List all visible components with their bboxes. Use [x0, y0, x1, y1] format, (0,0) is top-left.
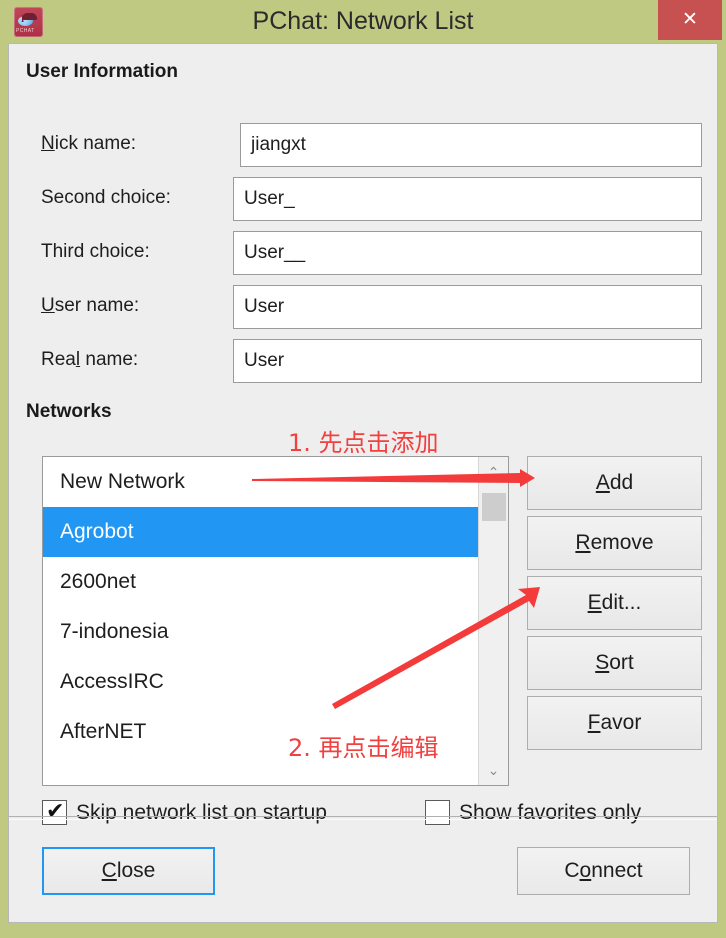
- nick-name-input[interactable]: jiangxt: [240, 123, 702, 167]
- show-favorites-only-label: Show favorites only: [459, 801, 642, 824]
- network-list[interactable]: New Network Agrobot 2600net 7-indonesia …: [42, 456, 509, 786]
- third-choice-input[interactable]: User__: [233, 231, 702, 275]
- network-list-scrollbar[interactable]: ⌃ ⌄: [478, 457, 508, 785]
- add-button-label: dd: [609, 471, 634, 494]
- remove-button-accelerator: R: [575, 531, 591, 554]
- close-button-label: lose: [116, 859, 156, 882]
- remove-button[interactable]: Remove: [527, 516, 702, 570]
- close-icon[interactable]: ✕: [658, 0, 722, 40]
- connect-button-pre: C: [564, 859, 580, 882]
- favor-button[interactable]: Favor: [527, 696, 702, 750]
- edit-button[interactable]: Edit...: [527, 576, 702, 630]
- checkbox-box[interactable]: ✔: [42, 798, 67, 825]
- list-item[interactable]: AfterNET: [43, 707, 508, 757]
- edit-button-label: dit...: [601, 591, 642, 614]
- check-icon: ✔: [46, 798, 65, 823]
- connect-button-accelerator: o: [579, 859, 592, 882]
- connect-button[interactable]: Connect: [517, 847, 690, 895]
- list-item[interactable]: New Network: [43, 457, 508, 507]
- form-row-third-choice: Third choice: User__: [26, 231, 702, 278]
- edit-button-accelerator: E: [587, 591, 602, 614]
- third-choice-label: Third choice:: [41, 241, 150, 262]
- close-button[interactable]: Close: [42, 847, 215, 895]
- form-row-real-name: Real name: User: [26, 339, 702, 386]
- user-information-heading: User Information: [26, 61, 179, 82]
- remove-button-label: emove: [590, 531, 654, 554]
- user-name-accelerator: U: [41, 295, 55, 316]
- window-title: PChat: Network List: [252, 7, 474, 35]
- form-row-nick-name: Nick name: jiangxt: [26, 123, 702, 170]
- options-row: ✔ Skip network list on startup Show favo…: [42, 796, 702, 830]
- nick-name-label-text: ick name:: [54, 133, 137, 154]
- list-item[interactable]: Agrobot: [43, 507, 508, 557]
- sort-button[interactable]: Sort: [527, 636, 702, 690]
- real-name-input[interactable]: User: [233, 339, 702, 383]
- sort-button-label: ort: [609, 651, 634, 674]
- real-name-label-post: name:: [80, 349, 139, 370]
- network-list-dialog: User Information Nick name: jiangxt Seco…: [8, 43, 718, 923]
- add-button-accelerator: A: [595, 471, 610, 494]
- user-name-label: User name:: [41, 295, 139, 317]
- nick-name-label: Nick name:: [41, 133, 136, 155]
- skip-network-list-label: Skip network list on startup: [76, 801, 327, 824]
- scroll-down-icon[interactable]: ⌄: [479, 757, 508, 783]
- form-row-user-name: User name: User: [26, 285, 702, 332]
- user-name-label-text: ser name:: [54, 295, 140, 316]
- real-name-label-pre: Rea: [41, 349, 76, 370]
- footer-separator: [9, 816, 717, 820]
- list-item[interactable]: 2600net: [43, 557, 508, 607]
- add-button[interactable]: Add: [527, 456, 702, 510]
- sort-button-accelerator: S: [595, 651, 610, 674]
- nick-name-accelerator: N: [41, 133, 55, 154]
- checkbox-box[interactable]: [425, 800, 450, 825]
- connect-button-label: nnect: [591, 859, 643, 882]
- second-choice-input[interactable]: User_: [233, 177, 702, 221]
- favor-button-label: avor: [600, 711, 642, 734]
- second-choice-label: Second choice:: [41, 187, 171, 208]
- networks-heading: Networks: [26, 401, 112, 422]
- form-row-second-choice: Second choice: User_: [26, 177, 702, 224]
- favor-button-accelerator: F: [587, 711, 601, 734]
- list-item[interactable]: 7-indonesia: [43, 607, 508, 657]
- scrollbar-thumb[interactable]: [482, 493, 506, 521]
- title-bar: P PCHAT PChat: Network List ✕: [0, 0, 726, 43]
- real-name-label: Real name:: [41, 349, 138, 371]
- close-button-accelerator: C: [101, 859, 117, 882]
- user-name-input[interactable]: User: [233, 285, 702, 329]
- list-item[interactable]: AccessIRC: [43, 657, 508, 707]
- scroll-up-icon[interactable]: ⌃: [479, 459, 508, 485]
